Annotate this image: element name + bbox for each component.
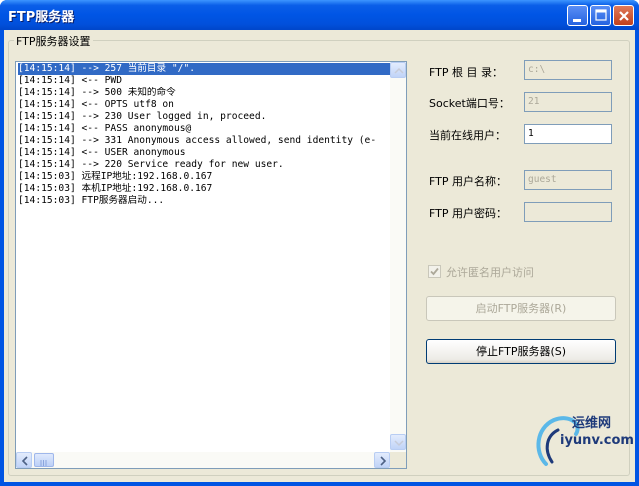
port-label: Socket端口号： [429,97,510,110]
anonymous-access-label: 允许匿名用户访问 [446,266,534,279]
maximize-icon [595,9,607,21]
log-line[interactable]: [14:15:03] 远程IP地址:192.168.0.167 [18,171,390,183]
log-lines: [14:15:14] --> 257 当前目录 "/". [14:15:14] <… [18,63,390,207]
app-window: FTP服务器 FTP服务器设置 [14:15:14] --> 257 当前目录 … [0,0,639,486]
scroll-left-button[interactable] [16,452,32,468]
log-line[interactable]: [14:15:14] --> 220 Service ready for new… [18,159,390,171]
up-arrow-icon [394,67,404,74]
log-line[interactable]: [14:15:03] 本机IP地址:192.168.0.167 [18,183,390,195]
port-field: 21 [524,92,612,112]
minimize-button[interactable] [567,5,588,26]
scroll-up-button[interactable] [390,62,406,78]
log-line[interactable]: [14:15:03] FTP服务器启动... [18,195,390,207]
log-line[interactable]: [14:15:14] --> 257 当前目录 "/". [18,63,390,75]
log-line[interactable]: [14:15:14] <-- OPTS utf8 on [18,99,390,111]
scroll-right-button[interactable] [374,452,390,468]
window-title: FTP服务器 [8,10,75,25]
right-arrow-icon [380,456,387,466]
maximize-button[interactable] [590,5,611,26]
log-line[interactable]: [14:15:14] --> 331 Anonymous access allo… [18,135,390,147]
close-button[interactable] [613,5,634,26]
left-arrow-icon [21,456,28,466]
username-label: FTP 用户名称： [429,175,507,188]
watermark-text-url: iyunv.com [560,433,634,448]
watermark: 运维网 iyunv.com [530,404,634,482]
start-ftp-server-button: 启动FTP服务器(R) [426,296,616,321]
scroll-thumb[interactable] [34,453,54,467]
minimize-icon [573,19,581,22]
vertical-scrollbar[interactable] [390,62,406,452]
log-line[interactable]: [14:15:14] --> 500 未知的命令 [18,87,390,99]
online-users-field[interactable]: 1 [524,124,612,144]
down-arrow-icon [394,440,404,447]
log-line[interactable]: [14:15:14] <-- PWD [18,75,390,87]
log-listbox[interactable]: [14:15:14] --> 257 当前目录 "/". [14:15:14] <… [15,61,407,469]
log-line[interactable]: [14:15:14] --> 230 User logged in, proce… [18,111,390,123]
password-field [524,202,612,222]
close-icon [619,11,629,21]
log-line[interactable]: [14:15:14] <-- USER anonymous [18,147,390,159]
group-caption: FTP服务器设置 [14,33,93,49]
grip-icon [40,460,47,466]
scroll-corner [390,452,406,468]
root-dir-label: FTP 根 目 录： [429,66,503,79]
check-mark-icon [430,267,439,276]
checkbox-box [428,265,441,278]
log-line[interactable]: [14:15:14] <-- PASS anonymous@ [18,123,390,135]
password-label: FTP 用户密码： [429,207,507,220]
username-field: guest [524,170,612,190]
watermark-text-cn: 运维网 [572,416,612,431]
online-users-label: 当前在线用户： [429,129,506,142]
horizontal-scrollbar[interactable] [16,452,390,468]
root-dir-field: c:\ [524,60,612,80]
scroll-down-button[interactable] [390,434,406,450]
title-bar[interactable]: FTP服务器 [0,0,639,30]
stop-ftp-server-button[interactable]: 停止FTP服务器(S) [426,339,616,364]
